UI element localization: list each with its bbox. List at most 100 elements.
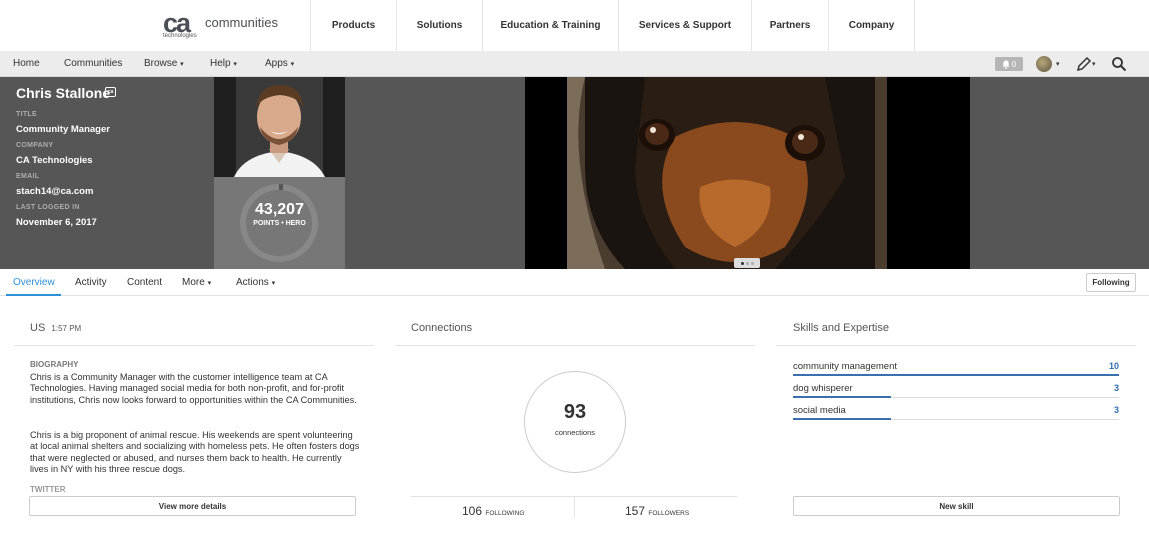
search-icon[interactable] (1111, 56, 1127, 72)
location-header: US 1:57 PM (30, 322, 81, 334)
notifications-button[interactable]: 0 (995, 57, 1023, 71)
ca-badge-icon: ca (105, 87, 116, 97)
skills-title: Skills and Expertise (793, 322, 889, 334)
connections-count: 93 (563, 401, 587, 423)
site-name: communities (205, 15, 278, 30)
ca-logo[interactable]: ca technologies communities (163, 8, 303, 42)
nav-browse[interactable]: Browse ▾ (144, 58, 184, 69)
skill-bar-fill (793, 396, 891, 398)
menu-products[interactable]: Products (310, 0, 396, 51)
cover-image[interactable] (525, 77, 970, 269)
skill-name: social media (793, 405, 846, 416)
connections-title: Connections (411, 322, 473, 334)
nav-help[interactable]: Help ▾ (210, 58, 237, 69)
chevron-down-icon: ▾ (233, 61, 237, 68)
top-nav: ca technologies communities Products Sol… (0, 0, 1149, 51)
menu-company[interactable]: Company (828, 0, 915, 51)
profile-name: Chris Stallone (16, 85, 111, 101)
last-logged-value: November 6, 2017 (16, 217, 97, 228)
following-count: 106 (462, 504, 483, 518)
email-label: EMAIL (16, 173, 40, 180)
points-label: POINTS • HERO (253, 220, 306, 227)
tab-more[interactable]: More ▾ (182, 277, 211, 288)
new-skill-button[interactable]: New skill (793, 496, 1120, 516)
skill-endorsement-count[interactable]: 10 (1109, 361, 1119, 371)
skill-bar-track (793, 374, 1119, 376)
profile-tabs: Overview Activity Content More ▾ Actions… (0, 269, 1149, 296)
nav-apps[interactable]: Apps ▾ (265, 58, 294, 69)
secondary-nav: Home Communities Browse ▾ Help ▾ Apps ▾ … (0, 51, 1149, 77)
menu-solutions[interactable]: Solutions (396, 0, 482, 51)
connections-label: connections (554, 428, 596, 437)
skill-name: dog whisperer (793, 383, 853, 394)
notification-count: 0 (1011, 59, 1017, 69)
profile-banner: Chris Stallone ca TITLE Community Manage… (0, 77, 1149, 269)
tab-activity[interactable]: Activity (75, 277, 107, 288)
skill-bar-track (793, 396, 1119, 398)
divider (395, 345, 755, 346)
tab-overview[interactable]: Overview (13, 277, 55, 288)
email-value[interactable]: stach14@ca.com (16, 186, 93, 197)
skill-endorsement-count[interactable]: 3 (1114, 383, 1119, 393)
user-avatar-button[interactable] (1036, 56, 1052, 72)
twitter-label: TWITTER (30, 485, 66, 494)
chevron-down-icon: ▾ (180, 61, 184, 68)
title-label: TITLE (16, 111, 37, 118)
divider (574, 496, 575, 518)
tab-actions[interactable]: Actions ▾ (236, 277, 275, 288)
points-panel: 43,207 POINTS • HERO (214, 177, 345, 269)
skill-item[interactable]: community management 10 (793, 360, 1119, 382)
skill-endorsement-count[interactable]: 3 (1114, 405, 1119, 415)
chevron-down-icon: ▾ (1056, 61, 1060, 68)
followers-stat[interactable]: 157 FOLLOWERS (625, 504, 689, 518)
nav-communities[interactable]: Communities (64, 58, 122, 69)
following-button[interactable]: Following (1086, 273, 1136, 292)
tab-more-label: More (182, 277, 205, 288)
carousel-dot[interactable] (740, 261, 744, 265)
nav-apps-label: Apps (265, 58, 288, 69)
following-label: FOLLOWING (485, 510, 525, 517)
skill-bar-fill (793, 374, 1119, 376)
biography-label: BIOGRAPHY (30, 360, 79, 369)
followers-count: 157 (625, 504, 646, 518)
following-stat[interactable]: 106 FOLLOWING (462, 504, 524, 518)
divider (776, 345, 1136, 346)
menu-education-training[interactable]: Education & Training (482, 0, 618, 51)
logo-sub: technologies (163, 33, 197, 39)
last-logged-label: LAST LOGGED IN (16, 204, 80, 211)
menu-partners[interactable]: Partners (751, 0, 828, 51)
title-value: Community Manager (16, 124, 110, 135)
nav-home[interactable]: Home (13, 58, 40, 69)
nav-help-label: Help (210, 58, 231, 69)
tab-actions-label: Actions (236, 277, 269, 288)
points-value: 43,207 (255, 201, 304, 218)
active-tab-indicator (6, 294, 61, 296)
pencil-icon[interactable] (1075, 55, 1093, 73)
biography-paragraph-2: Chris is a big proponent of animal rescu… (30, 430, 360, 475)
nav-browse-label: Browse (144, 58, 178, 69)
skill-name: community management (793, 361, 898, 372)
local-time: 1:57 PM (51, 324, 82, 333)
skill-item[interactable]: social media 3 (793, 404, 1119, 426)
chevron-down-icon: ▾ (271, 280, 276, 287)
followers-label: FOLLOWERS (648, 510, 690, 517)
chevron-down-icon: ▾ (1092, 61, 1096, 68)
divider (14, 345, 374, 346)
location: US (30, 322, 46, 334)
carousel-dot[interactable] (745, 261, 749, 265)
chevron-down-icon: ▾ (290, 61, 295, 68)
carousel-indicator[interactable] (734, 258, 760, 268)
skill-item[interactable]: dog whisperer 3 (793, 382, 1119, 404)
company-label: COMPANY (16, 142, 54, 149)
skill-bar-fill (793, 418, 891, 420)
view-more-details-button[interactable]: View more details (29, 496, 356, 516)
biography-paragraph-1: Chris is a Community Manager with the cu… (30, 372, 357, 405)
profile-photo[interactable] (214, 77, 345, 177)
bell-icon (1002, 60, 1010, 68)
carousel-dot[interactable] (750, 261, 754, 265)
connections-circle[interactable]: 93 connections (524, 371, 626, 473)
main-menu: Products Solutions Education & Training … (310, 0, 915, 51)
chevron-down-icon: ▾ (207, 280, 212, 287)
tab-content[interactable]: Content (127, 277, 162, 288)
menu-services-support[interactable]: Services & Support (618, 0, 751, 51)
